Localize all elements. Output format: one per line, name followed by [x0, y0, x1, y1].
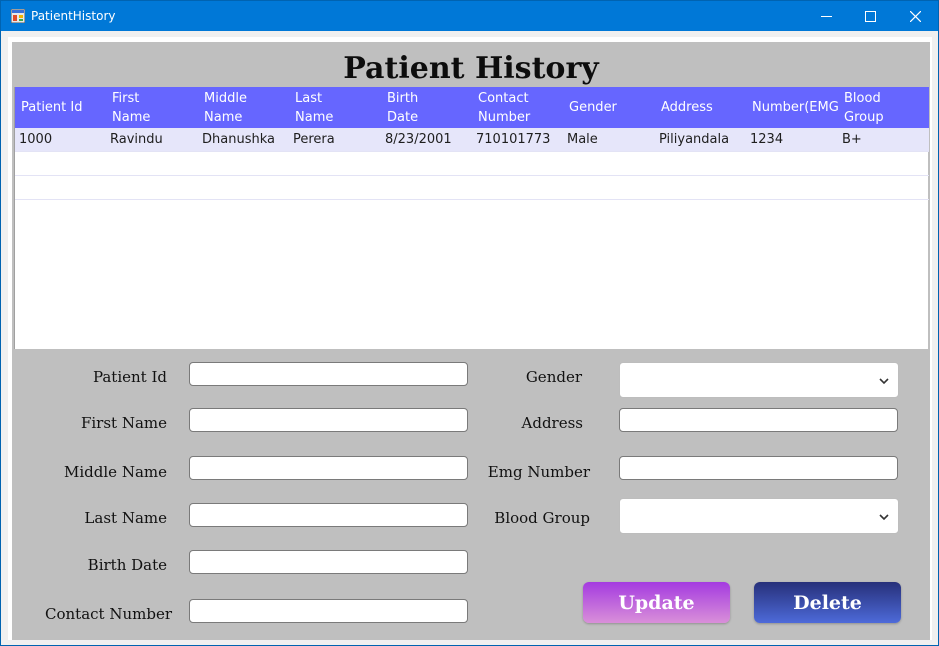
app-icon	[11, 9, 25, 23]
middle-name-label: Middle Name	[64, 463, 167, 481]
column-header-address[interactable]: Address	[661, 87, 749, 128]
title-bar[interactable]: PatientHistory	[1, 1, 938, 31]
last-name-label: Last Name	[84, 509, 167, 527]
chevron-down-icon	[879, 514, 889, 521]
minimize-icon	[820, 15, 832, 17]
contact-number-label: Contact Number	[45, 605, 172, 623]
close-button[interactable]	[892, 1, 938, 31]
cell-middle-name: Dhanushka	[202, 132, 275, 147]
patient-grid[interactable]: Patient Id First Name Middle Name Last N…	[14, 87, 929, 349]
client-area: Patient History Patient Id First Name Mi…	[8, 37, 932, 640]
birth-date-label: Birth Date	[87, 556, 167, 574]
gender-select[interactable]	[619, 362, 899, 398]
address-input[interactable]	[619, 408, 898, 432]
update-button[interactable]: Update	[583, 582, 730, 623]
patient-id-label: Patient Id	[92, 368, 167, 386]
middle-name-input[interactable]	[189, 456, 468, 480]
column-header-last-name[interactable]: Last Name	[295, 87, 383, 128]
table-row[interactable]: 1000 Ravindu Dhanushka Perera 8/23/2001 …	[15, 128, 929, 152]
cell-birth-date: 8/23/2001	[385, 132, 452, 147]
column-header-birth-date[interactable]: Birth Date	[387, 87, 475, 128]
emg-number-label: Emg Number	[487, 463, 590, 481]
close-icon	[909, 10, 921, 22]
gender-label: Gender	[525, 368, 582, 386]
column-header-gender[interactable]: Gender	[569, 87, 657, 128]
last-name-input[interactable]	[189, 503, 468, 527]
column-header-patient-id[interactable]: Patient Id	[21, 87, 109, 128]
column-header-middle-name[interactable]: Middle Name	[204, 87, 292, 128]
cell-contact-number: 710101773	[476, 132, 551, 147]
cell-last-name: Perera	[293, 132, 335, 147]
delete-button[interactable]: Delete	[754, 582, 901, 623]
blood-group-label: Blood Group	[494, 509, 590, 527]
app-window: PatientHistory Patient History Patient I…	[0, 0, 939, 646]
grid-header: Patient Id First Name Middle Name Last N…	[15, 87, 929, 128]
address-label: Address	[521, 414, 583, 432]
column-header-emg-number[interactable]: Number(EMG	[752, 87, 840, 128]
cell-blood-group: B+	[842, 132, 862, 147]
patient-id-input[interactable]	[189, 362, 468, 386]
cell-patient-id: 1000	[19, 132, 53, 147]
maximize-button[interactable]	[847, 1, 893, 31]
chevron-down-icon	[879, 378, 889, 385]
emg-number-input[interactable]	[619, 456, 898, 480]
table-row-empty[interactable]	[15, 176, 929, 200]
main-panel: Patient History Patient Id First Name Mi…	[12, 42, 930, 640]
column-header-first-name[interactable]: First Name	[112, 87, 200, 128]
blood-group-select[interactable]	[619, 498, 899, 534]
first-name-input[interactable]	[189, 408, 468, 432]
window-title: PatientHistory	[31, 9, 116, 23]
minimize-button[interactable]	[803, 1, 849, 31]
maximize-icon	[864, 10, 876, 22]
cell-emg-number: 1234	[750, 132, 784, 147]
column-header-contact-number[interactable]: Contact Number	[478, 87, 566, 128]
cell-address: Piliyandala	[659, 132, 730, 147]
page-title: Patient History	[343, 51, 599, 86]
cell-first-name: Ravindu	[110, 132, 163, 147]
cell-gender: Male	[567, 132, 598, 147]
birth-date-input[interactable]	[189, 550, 468, 574]
contact-number-input[interactable]	[189, 599, 468, 623]
first-name-label: First Name	[80, 414, 167, 432]
table-row-empty[interactable]	[15, 152, 929, 176]
column-header-blood-group[interactable]: Blood Group	[844, 87, 928, 128]
